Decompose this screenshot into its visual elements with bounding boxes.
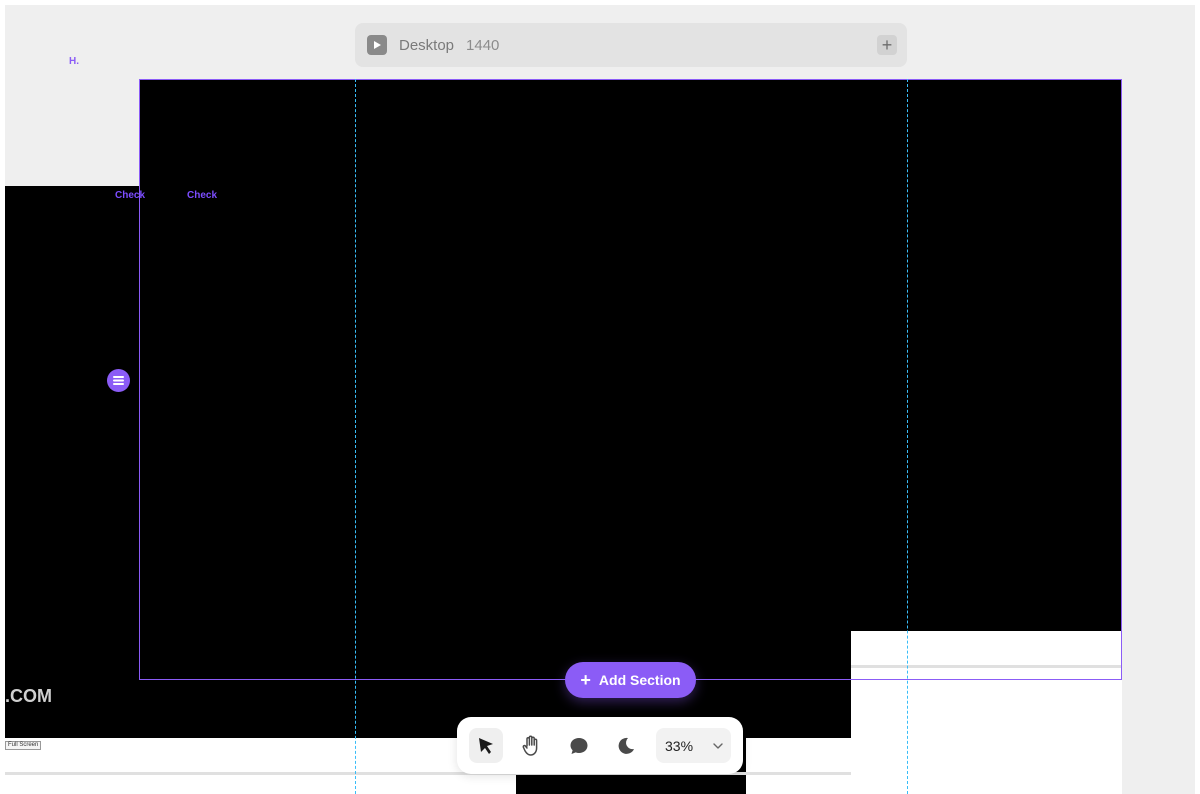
selected-section-frame[interactable] [140, 80, 1122, 631]
fullscreen-button[interactable]: Full Screen [5, 741, 42, 750]
add-section-label: Add Section [598, 672, 681, 688]
site-logo[interactable]: H. [69, 56, 79, 67]
device-name: Desktop [399, 36, 455, 54]
play-icon [374, 41, 381, 49]
nav-links: Check Check [115, 190, 217, 201]
zoom-select[interactable]: 33% [656, 728, 731, 763]
device-bar: Desktop 1440 + [355, 23, 907, 67]
add-breakpoint-button[interactable]: + [877, 35, 897, 55]
pointer-icon [479, 737, 493, 754]
comment-tool-button[interactable] [562, 728, 596, 763]
hand-tool-button[interactable] [514, 728, 548, 763]
hamburger-icon [113, 376, 124, 385]
domain-text: .COM [5, 686, 52, 706]
divider [851, 665, 1122, 668]
zoom-value: 33% [665, 737, 694, 754]
preview-play-button[interactable] [367, 35, 387, 55]
device-width: 1440 [466, 36, 500, 54]
add-section-button[interactable]: + Add Section [565, 662, 696, 698]
hand-icon [522, 735, 538, 756]
nav-link[interactable]: Check [187, 190, 217, 201]
nav-link[interactable]: Check [115, 190, 145, 201]
chevron-down-icon [713, 742, 723, 749]
layout-guide [355, 79, 356, 794]
select-tool-button[interactable] [469, 728, 503, 763]
comment-icon [570, 737, 588, 754]
bottom-toolbar: 33% [457, 717, 743, 774]
dark-mode-toggle[interactable] [609, 728, 643, 763]
page-section-white [851, 631, 1122, 794]
layout-guide [907, 79, 908, 794]
plus-icon: + [580, 670, 591, 690]
menu-button[interactable] [107, 369, 130, 392]
moon-icon [618, 737, 634, 754]
